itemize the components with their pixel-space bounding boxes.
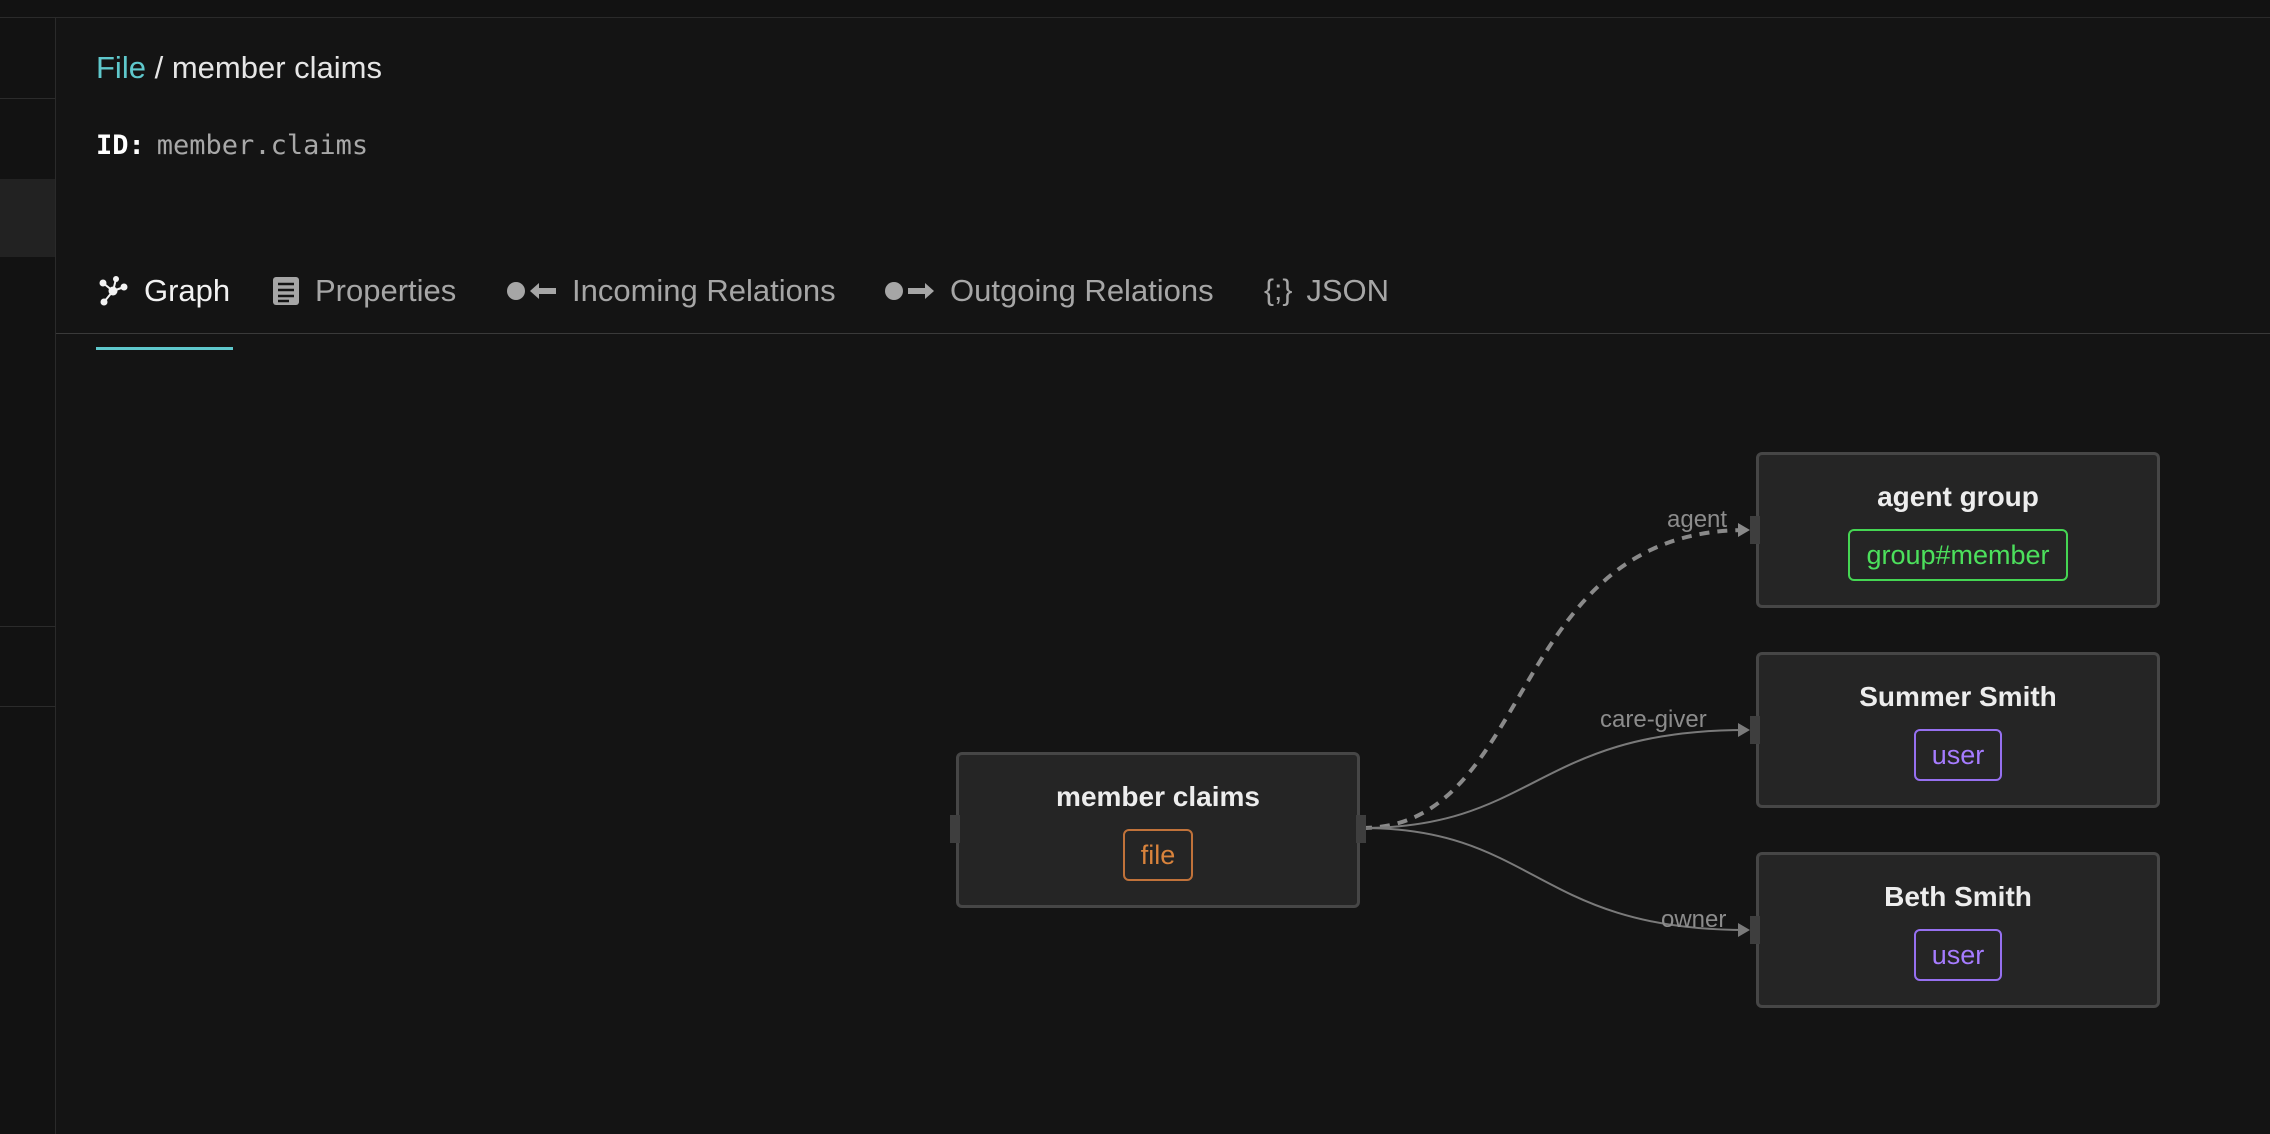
tab-incoming-relations[interactable]: Incoming Relations	[506, 250, 836, 332]
graph-node-beth-smith[interactable]: Beth Smith user	[1756, 852, 2160, 1008]
node-title: member claims	[1056, 781, 1260, 812]
node-title: agent group	[1877, 481, 2039, 512]
node-type-badge: user	[1913, 929, 2003, 981]
node-input-handle[interactable]	[950, 815, 960, 843]
node-type-badge: group#member	[1848, 529, 2068, 581]
edge-label-agent: agent	[1667, 506, 1728, 533]
breadcrumb-separator: /	[154, 50, 164, 85]
node-output-handle[interactable]	[1356, 815, 1366, 843]
tab-outgoing-relations-label: Outgoing Relations	[950, 273, 1214, 308]
braces-icon: {;}	[1264, 274, 1293, 307]
edge-agent-arrowhead	[1738, 523, 1750, 537]
sidebar	[0, 18, 56, 1134]
id-value: member.claims	[156, 130, 369, 161]
tab-incoming-relations-label: Incoming Relations	[572, 273, 836, 308]
breadcrumb-current: member claims	[171, 50, 382, 85]
node-title: Summer Smith	[1859, 681, 2057, 712]
object-id: ID: member.claims	[96, 130, 368, 162]
graph-canvas[interactable]: agent care-giver owner member claims fil…	[56, 334, 2270, 1134]
sidebar-divider	[0, 626, 55, 627]
graph-node-agent-group[interactable]: agent group group#member	[1756, 452, 2160, 608]
node-input-handle[interactable]	[1750, 716, 1760, 744]
node-input-handle[interactable]	[1750, 916, 1760, 944]
incoming-arrow-icon	[506, 276, 558, 306]
outgoing-arrow-icon	[884, 276, 936, 306]
edge-label-owner: owner	[1661, 906, 1727, 933]
node-type-badge: user	[1913, 729, 2003, 781]
graph-node-source[interactable]: member claims file	[956, 752, 1360, 908]
edge-owner-arrowhead	[1738, 923, 1750, 937]
tab-bar: Graph Properties Incoming Relations Outg…	[56, 250, 2270, 334]
id-label: ID:	[96, 130, 145, 161]
edge-label-care-giver: care-giver	[1600, 706, 1707, 733]
tab-outgoing-relations[interactable]: Outgoing Relations	[884, 250, 1214, 332]
tab-properties-label: Properties	[315, 273, 457, 308]
graph-icon	[96, 274, 130, 308]
node-type-badge: file	[1122, 829, 1194, 881]
breadcrumb-link-file[interactable]: File	[96, 50, 146, 85]
top-bar	[0, 0, 2270, 18]
sidebar-item-active[interactable]	[0, 179, 55, 257]
list-icon	[271, 275, 301, 307]
tab-graph[interactable]: Graph	[96, 250, 230, 332]
tab-json[interactable]: {;} JSON	[1264, 250, 1389, 332]
sidebar-divider	[0, 706, 55, 707]
main-panel: File / member claims ID: member.claims G…	[56, 18, 2270, 1134]
graph-node-summer-smith[interactable]: Summer Smith user	[1756, 652, 2160, 808]
node-input-handle[interactable]	[1750, 516, 1760, 544]
breadcrumb: File / member claims	[96, 50, 382, 86]
tab-properties[interactable]: Properties	[271, 250, 456, 332]
sidebar-divider	[0, 98, 55, 99]
tab-json-label: JSON	[1306, 273, 1390, 308]
edge-agent	[1361, 528, 1747, 830]
tab-graph-label: Graph	[144, 273, 231, 308]
node-title: Beth Smith	[1884, 881, 2032, 912]
edge-care-giver-arrowhead	[1738, 723, 1750, 737]
